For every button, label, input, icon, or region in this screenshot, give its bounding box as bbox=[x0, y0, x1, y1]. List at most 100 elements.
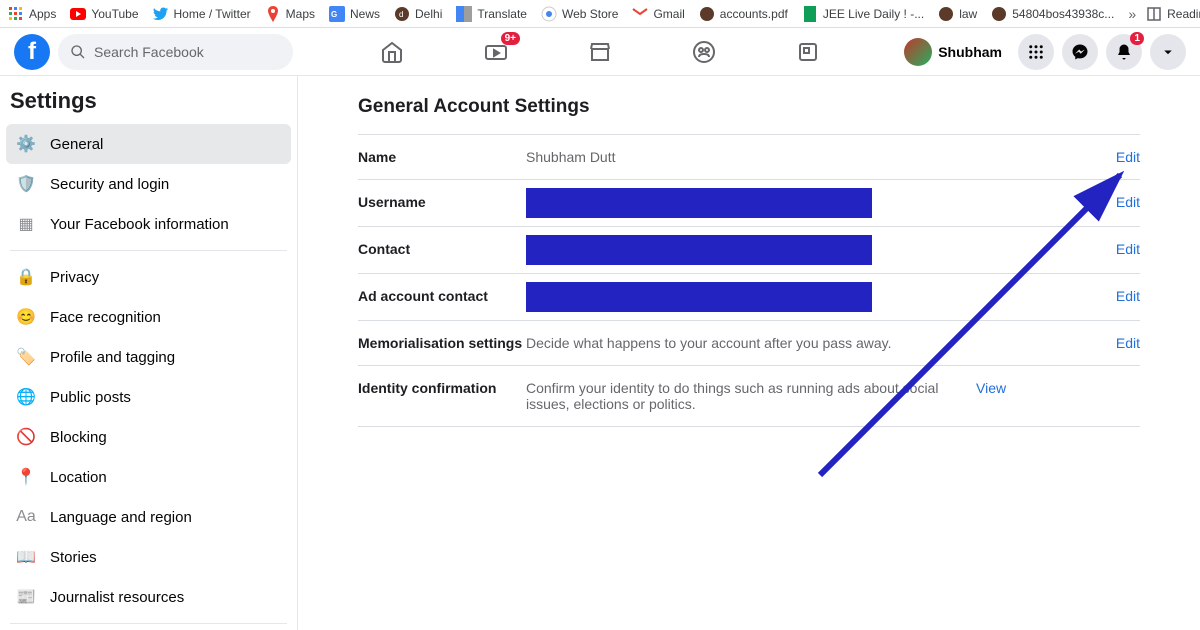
sidebar-item-label: Security and login bbox=[50, 176, 169, 193]
facebook-header: f Search Facebook 9+ Shubham bbox=[0, 28, 1200, 76]
tag-icon: 🏷️ bbox=[14, 345, 38, 369]
gmail-icon bbox=[632, 6, 648, 22]
language-icon: Aa bbox=[14, 505, 38, 529]
row-value: Shubham Dutt bbox=[526, 149, 1116, 165]
edit-link[interactable]: Edit bbox=[1116, 194, 1140, 210]
bookmark-label: 54804bos43938c... bbox=[1012, 7, 1114, 21]
globe-icon: 🌐 bbox=[14, 385, 38, 409]
reading-list[interactable]: Reading Lis bbox=[1146, 6, 1200, 22]
bookmark-apps[interactable]: Apps bbox=[8, 6, 56, 22]
menu-button[interactable] bbox=[1018, 34, 1054, 70]
bookmark-jee[interactable]: JEE Live Daily ! -... bbox=[802, 6, 924, 22]
page-title: General Account Settings bbox=[358, 96, 1140, 118]
settings-row-memorial: Memorialisation settings Decide what hap… bbox=[358, 320, 1140, 365]
bookmark-webstore[interactable]: Web Store bbox=[541, 6, 618, 22]
nav-home[interactable] bbox=[370, 30, 414, 74]
bookmarks-overflow[interactable]: » bbox=[1128, 6, 1136, 22]
sidebar-item-public[interactable]: 🌐 Public posts bbox=[6, 377, 291, 417]
row-value bbox=[526, 288, 1116, 306]
sidebar-item-face[interactable]: 😊 Face recognition bbox=[6, 297, 291, 337]
sidebar-item-blocking[interactable]: 🚫 Blocking bbox=[6, 417, 291, 457]
bookmark-youtube[interactable]: YouTube bbox=[70, 6, 138, 22]
nav-groups[interactable] bbox=[682, 30, 726, 74]
sidebar-item-privacy[interactable]: 🔒 Privacy bbox=[6, 257, 291, 297]
news-icon: G bbox=[329, 6, 345, 22]
redacted-block bbox=[526, 235, 872, 265]
webstore-icon bbox=[541, 6, 557, 22]
bell-icon bbox=[1115, 43, 1133, 61]
sidebar-item-general[interactable]: ⚙️ General bbox=[6, 124, 291, 164]
sidebar-item-tagging[interactable]: 🏷️ Profile and tagging bbox=[6, 337, 291, 377]
sidebar-item-fbinfo[interactable]: ▦ Your Facebook information bbox=[6, 204, 291, 244]
redacted-block bbox=[526, 282, 872, 312]
sidebar-item-label: Profile and tagging bbox=[50, 349, 175, 366]
gear-icon: ⚙️ bbox=[14, 132, 38, 156]
row-label: Identity confirmation bbox=[358, 380, 526, 396]
bookmark-news[interactable]: G News bbox=[329, 6, 380, 22]
bookmark-file[interactable]: 54804bos43938c... bbox=[991, 6, 1114, 22]
row-label: Ad account contact bbox=[358, 288, 526, 304]
edit-link[interactable]: Edit bbox=[1116, 335, 1140, 351]
sidebar-item-stories[interactable]: 📖 Stories bbox=[6, 537, 291, 577]
sidebar-item-label: Privacy bbox=[50, 269, 99, 286]
bookmarks-bar: Apps YouTube Home / Twitter Maps G News … bbox=[0, 0, 1200, 28]
settings-row-identity: Identity confirmation Confirm your ident… bbox=[358, 365, 1140, 427]
view-link[interactable]: View bbox=[976, 380, 1006, 396]
reading-list-icon bbox=[1146, 6, 1162, 22]
lock-icon: 🔒 bbox=[14, 265, 38, 289]
profile-chip[interactable]: Shubham bbox=[902, 36, 1010, 68]
sidebar-divider bbox=[10, 623, 287, 624]
home-icon bbox=[380, 40, 404, 64]
search-icon bbox=[70, 44, 86, 60]
groups-icon bbox=[692, 40, 716, 64]
menu-icon bbox=[1027, 43, 1045, 61]
nav-watch[interactable]: 9+ bbox=[474, 30, 518, 74]
bookmark-gmail[interactable]: Gmail bbox=[632, 6, 684, 22]
sidebar-item-label: Language and region bbox=[50, 509, 192, 526]
file-icon bbox=[991, 6, 1007, 22]
sidebar-item-language[interactable]: Aa Language and region bbox=[6, 497, 291, 537]
shield-icon: 🛡️ bbox=[14, 172, 38, 196]
svg-text:d: d bbox=[399, 10, 403, 19]
sidebar-item-label: Journalist resources bbox=[50, 589, 184, 606]
delhi-icon: d bbox=[394, 6, 410, 22]
sidebar-divider bbox=[10, 250, 287, 251]
stories-icon: 📖 bbox=[14, 545, 38, 569]
sidebar-item-location[interactable]: 📍 Location bbox=[6, 457, 291, 497]
edit-link[interactable]: Edit bbox=[1116, 288, 1140, 304]
content: Settings ⚙️ General 🛡️ Security and logi… bbox=[0, 76, 1200, 630]
bookmark-law[interactable]: law bbox=[938, 6, 977, 22]
bookmark-label: law bbox=[959, 7, 977, 21]
row-value: Decide what happens to your account afte… bbox=[526, 335, 1116, 351]
bookmark-twitter[interactable]: Home / Twitter bbox=[153, 6, 251, 22]
face-icon: 😊 bbox=[14, 305, 38, 329]
edit-link[interactable]: Edit bbox=[1116, 149, 1140, 165]
sidebar-item-journalist[interactable]: 📰 Journalist resources bbox=[6, 577, 291, 617]
location-icon: 📍 bbox=[14, 465, 38, 489]
nav-marketplace[interactable] bbox=[578, 30, 622, 74]
pdf-icon bbox=[699, 6, 715, 22]
search-placeholder: Search Facebook bbox=[94, 44, 204, 60]
apps-icon bbox=[8, 6, 24, 22]
sidebar-item-security[interactable]: 🛡️ Security and login bbox=[6, 164, 291, 204]
account-dropdown[interactable] bbox=[1150, 34, 1186, 70]
nav-center: 9+ bbox=[370, 30, 830, 74]
caret-down-icon bbox=[1159, 43, 1177, 61]
messenger-button[interactable] bbox=[1062, 34, 1098, 70]
settings-row-contact: Contact Edit bbox=[358, 226, 1140, 273]
bookmark-translate[interactable]: Translate bbox=[456, 6, 527, 22]
edit-link[interactable]: Edit bbox=[1116, 241, 1140, 257]
nav-gaming[interactable] bbox=[786, 30, 830, 74]
bookmark-maps[interactable]: Maps bbox=[265, 6, 315, 22]
notifications-button[interactable]: 1 bbox=[1106, 34, 1142, 70]
block-icon: 🚫 bbox=[14, 425, 38, 449]
search-box[interactable]: Search Facebook bbox=[58, 34, 293, 70]
row-label: Username bbox=[358, 194, 526, 210]
bookmark-accounts[interactable]: accounts.pdf bbox=[699, 6, 788, 22]
marketplace-icon bbox=[588, 40, 612, 64]
row-value bbox=[526, 194, 1116, 212]
settings-row-username: Username Edit bbox=[358, 179, 1140, 226]
facebook-logo[interactable]: f bbox=[14, 34, 50, 70]
sidebar-item-label: Public posts bbox=[50, 389, 131, 406]
bookmark-delhi[interactable]: d Delhi bbox=[394, 6, 442, 22]
